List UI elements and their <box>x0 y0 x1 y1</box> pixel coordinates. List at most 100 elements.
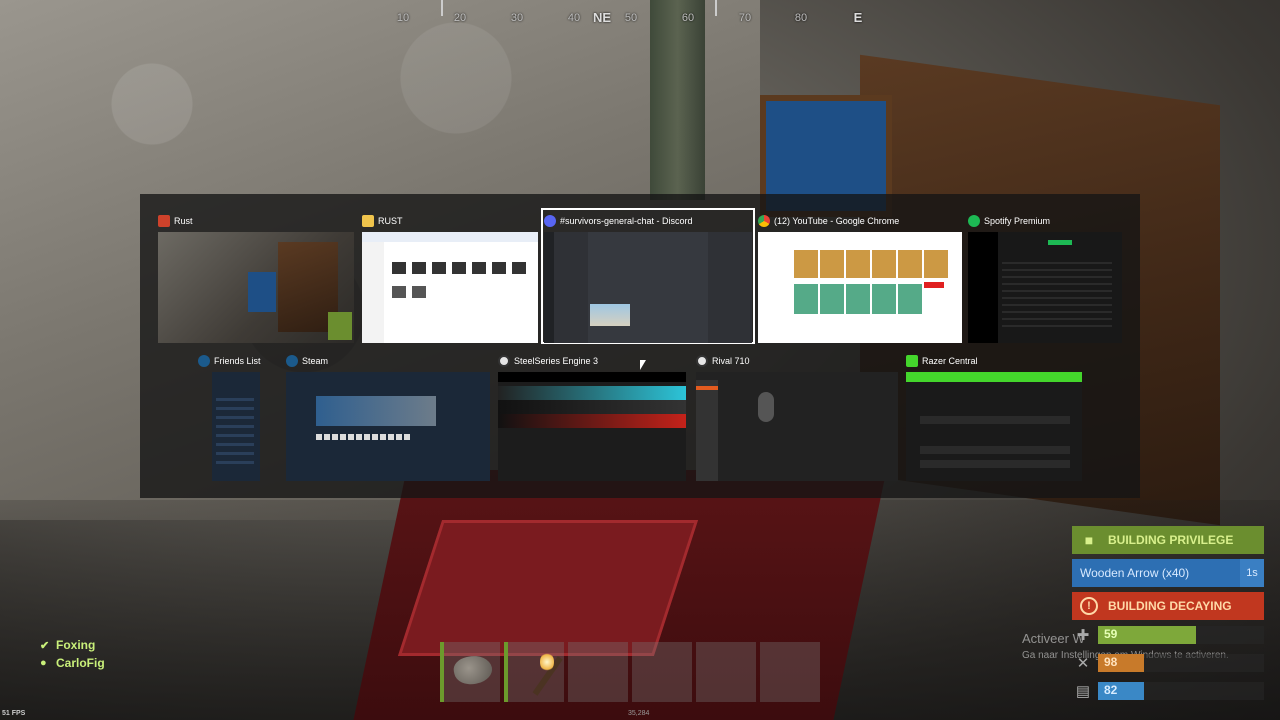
building-privilege-label: BUILDING PRIVILEGE <box>1108 533 1234 547</box>
building-decaying-label: BUILDING DECAYING <box>1108 599 1232 613</box>
health-cross-icon: ✚ <box>1076 627 1090 644</box>
thumb-sidebar <box>968 232 998 343</box>
thumb-hud <box>328 312 352 340</box>
window-title: Rust <box>174 216 193 226</box>
thumb-subscribe <box>924 282 944 288</box>
window-thumbnail <box>362 232 538 343</box>
steam-icon <box>198 355 210 367</box>
thumb-image <box>590 304 630 326</box>
window-title: Steam <box>302 356 329 366</box>
team-list: ✔ Foxing ● CarloFig <box>40 636 105 672</box>
hotbar-slot[interactable] <box>760 642 820 702</box>
window-steelseries-engine[interactable]: SteelSeries Engine 3 <box>498 351 686 481</box>
compass-tick: 70 <box>738 12 752 24</box>
compass-tick: 50 <box>624 12 638 24</box>
compass: 10 20 30 40 NE 50 60 70 80 E <box>390 0 870 30</box>
thumb-ribbon <box>362 232 538 242</box>
mouse-cursor <box>640 360 646 370</box>
window-title: SteelSeries Engine 3 <box>514 356 599 366</box>
thumb-device-row <box>498 386 686 400</box>
thumb-device-row <box>498 400 686 414</box>
thumb-files-row <box>392 286 432 298</box>
thumb-members <box>708 232 752 343</box>
thumb-row <box>920 416 1070 424</box>
hotbar <box>440 642 820 702</box>
online-dot-icon: ● <box>40 657 47 669</box>
window-steam[interactable]: Steam <box>286 351 490 481</box>
thumb-row <box>920 446 1070 454</box>
check-icon: ✔ <box>40 639 50 652</box>
thumb-blue <box>248 272 276 312</box>
window-thumbnail <box>158 232 354 343</box>
window-thumbnail <box>286 372 490 481</box>
compass-bar <box>441 0 443 16</box>
window-thumbnail <box>906 372 1082 481</box>
window-caption: Steam <box>286 351 328 371</box>
hotbar-slot[interactable] <box>696 642 756 702</box>
window-title: #survivors-general-chat - Discord <box>560 216 693 226</box>
steelseries-icon <box>696 355 708 367</box>
compass-tick-ne: NE <box>592 10 612 25</box>
window-rival-710[interactable]: Rival 710 <box>696 351 898 481</box>
hotbar-slot-torch[interactable] <box>504 642 564 702</box>
team-member: ● CarloFig <box>40 654 105 672</box>
health-value: 59 <box>1104 627 1118 641</box>
window-title: (12) YouTube - Google Chrome <box>774 216 900 226</box>
window-friends-list[interactable]: Friends List <box>198 351 261 481</box>
window-caption: Rival 710 <box>696 351 750 371</box>
food-bar: 98 <box>1098 654 1264 672</box>
window-thumbnail <box>696 372 898 481</box>
window-chrome[interactable]: (12) YouTube - Google Chrome <box>758 211 962 343</box>
chrome-icon <box>758 215 770 227</box>
thumb-nav <box>362 242 384 343</box>
torch-flame-icon <box>540 652 554 672</box>
window-discord[interactable]: #survivors-general-chat - Discord <box>541 208 755 344</box>
compass-tick-e: E <box>853 10 863 25</box>
window-caption: Rust <box>158 211 193 231</box>
thumb-mouse <box>758 392 774 422</box>
window-title: RUST <box>378 216 403 226</box>
window-thumbnail <box>968 232 1122 343</box>
hotbar-slot[interactable] <box>632 642 692 702</box>
thumb-files-row <box>392 262 532 274</box>
compass-tick: 30 <box>510 12 524 24</box>
crafting-queue-item[interactable]: Wooden Arrow (x40) 1s <box>1072 559 1264 587</box>
task-switcher: Rust RUST #survivors-general-chat - Disc… <box>140 194 1140 498</box>
pillar <box>650 0 705 200</box>
spotify-icon <box>968 215 980 227</box>
thumb-tracklist <box>1002 262 1112 332</box>
steelseries-icon <box>498 355 510 367</box>
window-caption: (12) YouTube - Google Chrome <box>758 211 899 231</box>
fps-counter: 51 FPS <box>2 710 26 717</box>
compass-tick: 20 <box>453 12 467 24</box>
team-member: ✔ Foxing <box>40 636 105 654</box>
hotbar-slot-rock[interactable] <box>440 642 500 702</box>
window-caption: SteelSeries Engine 3 <box>498 351 598 371</box>
health-bar: 59 <box>1098 626 1264 644</box>
hotbar-label: 35,284 <box>628 710 650 717</box>
compass-tick: 60 <box>681 12 695 24</box>
window-thumbnail <box>498 372 686 481</box>
window-caption: #survivors-general-chat - Discord <box>544 211 693 231</box>
window-spotify[interactable]: Spotify Premium <box>968 211 1122 343</box>
thumb-row <box>920 460 1070 468</box>
food-utensils-icon: ✕ <box>1076 655 1090 672</box>
window-rust[interactable]: Rust <box>158 211 354 343</box>
compass-tick: 10 <box>396 12 410 24</box>
window-title: Friends List <box>214 356 261 366</box>
window-thumbnail <box>212 372 260 481</box>
water-cup-icon: ▤ <box>1075 683 1091 700</box>
thumb-play <box>1048 240 1072 245</box>
window-rust-folder[interactable]: RUST <box>362 211 538 343</box>
thumb-videos-row <box>794 250 948 278</box>
food-value: 98 <box>1104 655 1118 669</box>
window-caption: Razer Central <box>906 351 978 371</box>
window-title: Spotify Premium <box>984 216 1051 226</box>
compass-tick: 80 <box>794 12 808 24</box>
window-razer-central[interactable]: Razer Central <box>906 351 1082 481</box>
hotbar-slot[interactable] <box>568 642 628 702</box>
building-privilege-notice: ■ BUILDING PRIVILEGE <box>1072 526 1264 554</box>
thumb-sidebar <box>696 380 718 481</box>
crafting-item-label: Wooden Arrow (x40) <box>1080 566 1190 580</box>
rock-icon <box>451 652 495 688</box>
